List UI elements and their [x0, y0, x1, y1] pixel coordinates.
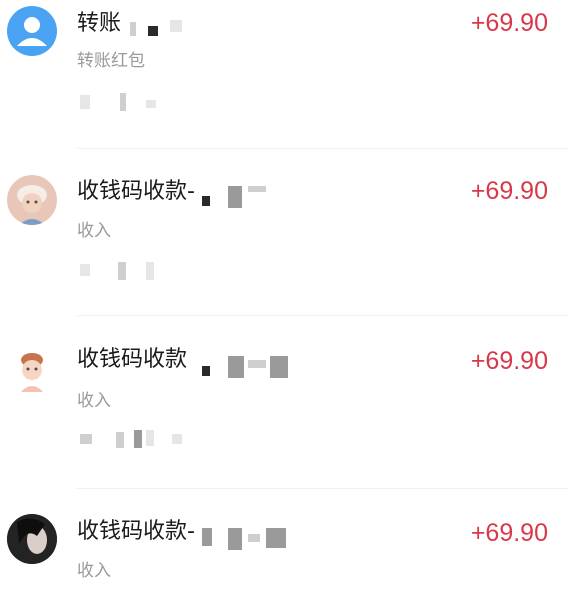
redacted-timestamp — [116, 432, 124, 448]
redacted-text — [170, 20, 182, 32]
row-divider — [77, 315, 568, 316]
redacted-timestamp — [80, 434, 92, 444]
redacted-text — [228, 186, 242, 208]
transaction-subtitle: 收入 — [77, 561, 111, 581]
transaction-amount: +69.90 — [470, 9, 548, 37]
redacted-text — [248, 186, 266, 192]
cartoon-avatar-icon — [7, 346, 57, 396]
transaction-title: 收钱码收款 — [77, 347, 188, 372]
transaction-title: 转账 — [77, 11, 122, 36]
redacted-text — [266, 528, 286, 548]
redacted-text — [228, 528, 242, 550]
transaction-title: 收钱码收款- — [77, 519, 195, 544]
cartoon-avatar-icon — [7, 175, 57, 225]
redacted-timestamp — [134, 430, 142, 448]
redacted-timestamp — [172, 434, 182, 444]
transaction-title: 收钱码收款- — [77, 179, 195, 204]
redacted-text — [248, 360, 266, 368]
redacted-timestamp — [120, 93, 126, 111]
redacted-text — [202, 366, 210, 376]
redacted-text — [202, 196, 210, 206]
redacted-text — [228, 356, 244, 378]
redacted-text — [148, 26, 158, 36]
redacted-text — [270, 356, 288, 378]
redacted-text — [130, 22, 136, 36]
transaction-row[interactable]: 收钱码收款- +69.90 收入 — [0, 490, 568, 596]
redacted-timestamp — [146, 262, 154, 280]
transaction-row[interactable]: 收钱码收款- +69.90 收入 — [0, 150, 568, 316]
transaction-subtitle: 收入 — [77, 391, 111, 411]
transaction-amount: +69.90 — [470, 177, 548, 205]
transaction-amount: +69.90 — [470, 519, 548, 547]
redacted-timestamp — [146, 430, 154, 446]
redacted-text — [248, 534, 260, 542]
transaction-amount: +69.90 — [470, 347, 548, 375]
row-divider — [77, 148, 568, 149]
redacted-text — [202, 528, 212, 546]
redacted-timestamp — [118, 262, 126, 280]
transaction-row[interactable]: 转账 +69.90 转账红包 — [0, 0, 568, 150]
row-divider — [77, 488, 568, 489]
default-user-avatar-icon — [7, 6, 57, 56]
redacted-timestamp — [146, 100, 156, 108]
transaction-subtitle: 转账红包 — [77, 51, 145, 71]
transaction-row[interactable]: 收钱码收款 +69.90 收入 — [0, 318, 568, 489]
transaction-subtitle: 收入 — [77, 221, 111, 241]
photo-avatar-icon — [7, 514, 57, 564]
redacted-timestamp — [80, 95, 90, 109]
redacted-timestamp — [80, 264, 90, 276]
